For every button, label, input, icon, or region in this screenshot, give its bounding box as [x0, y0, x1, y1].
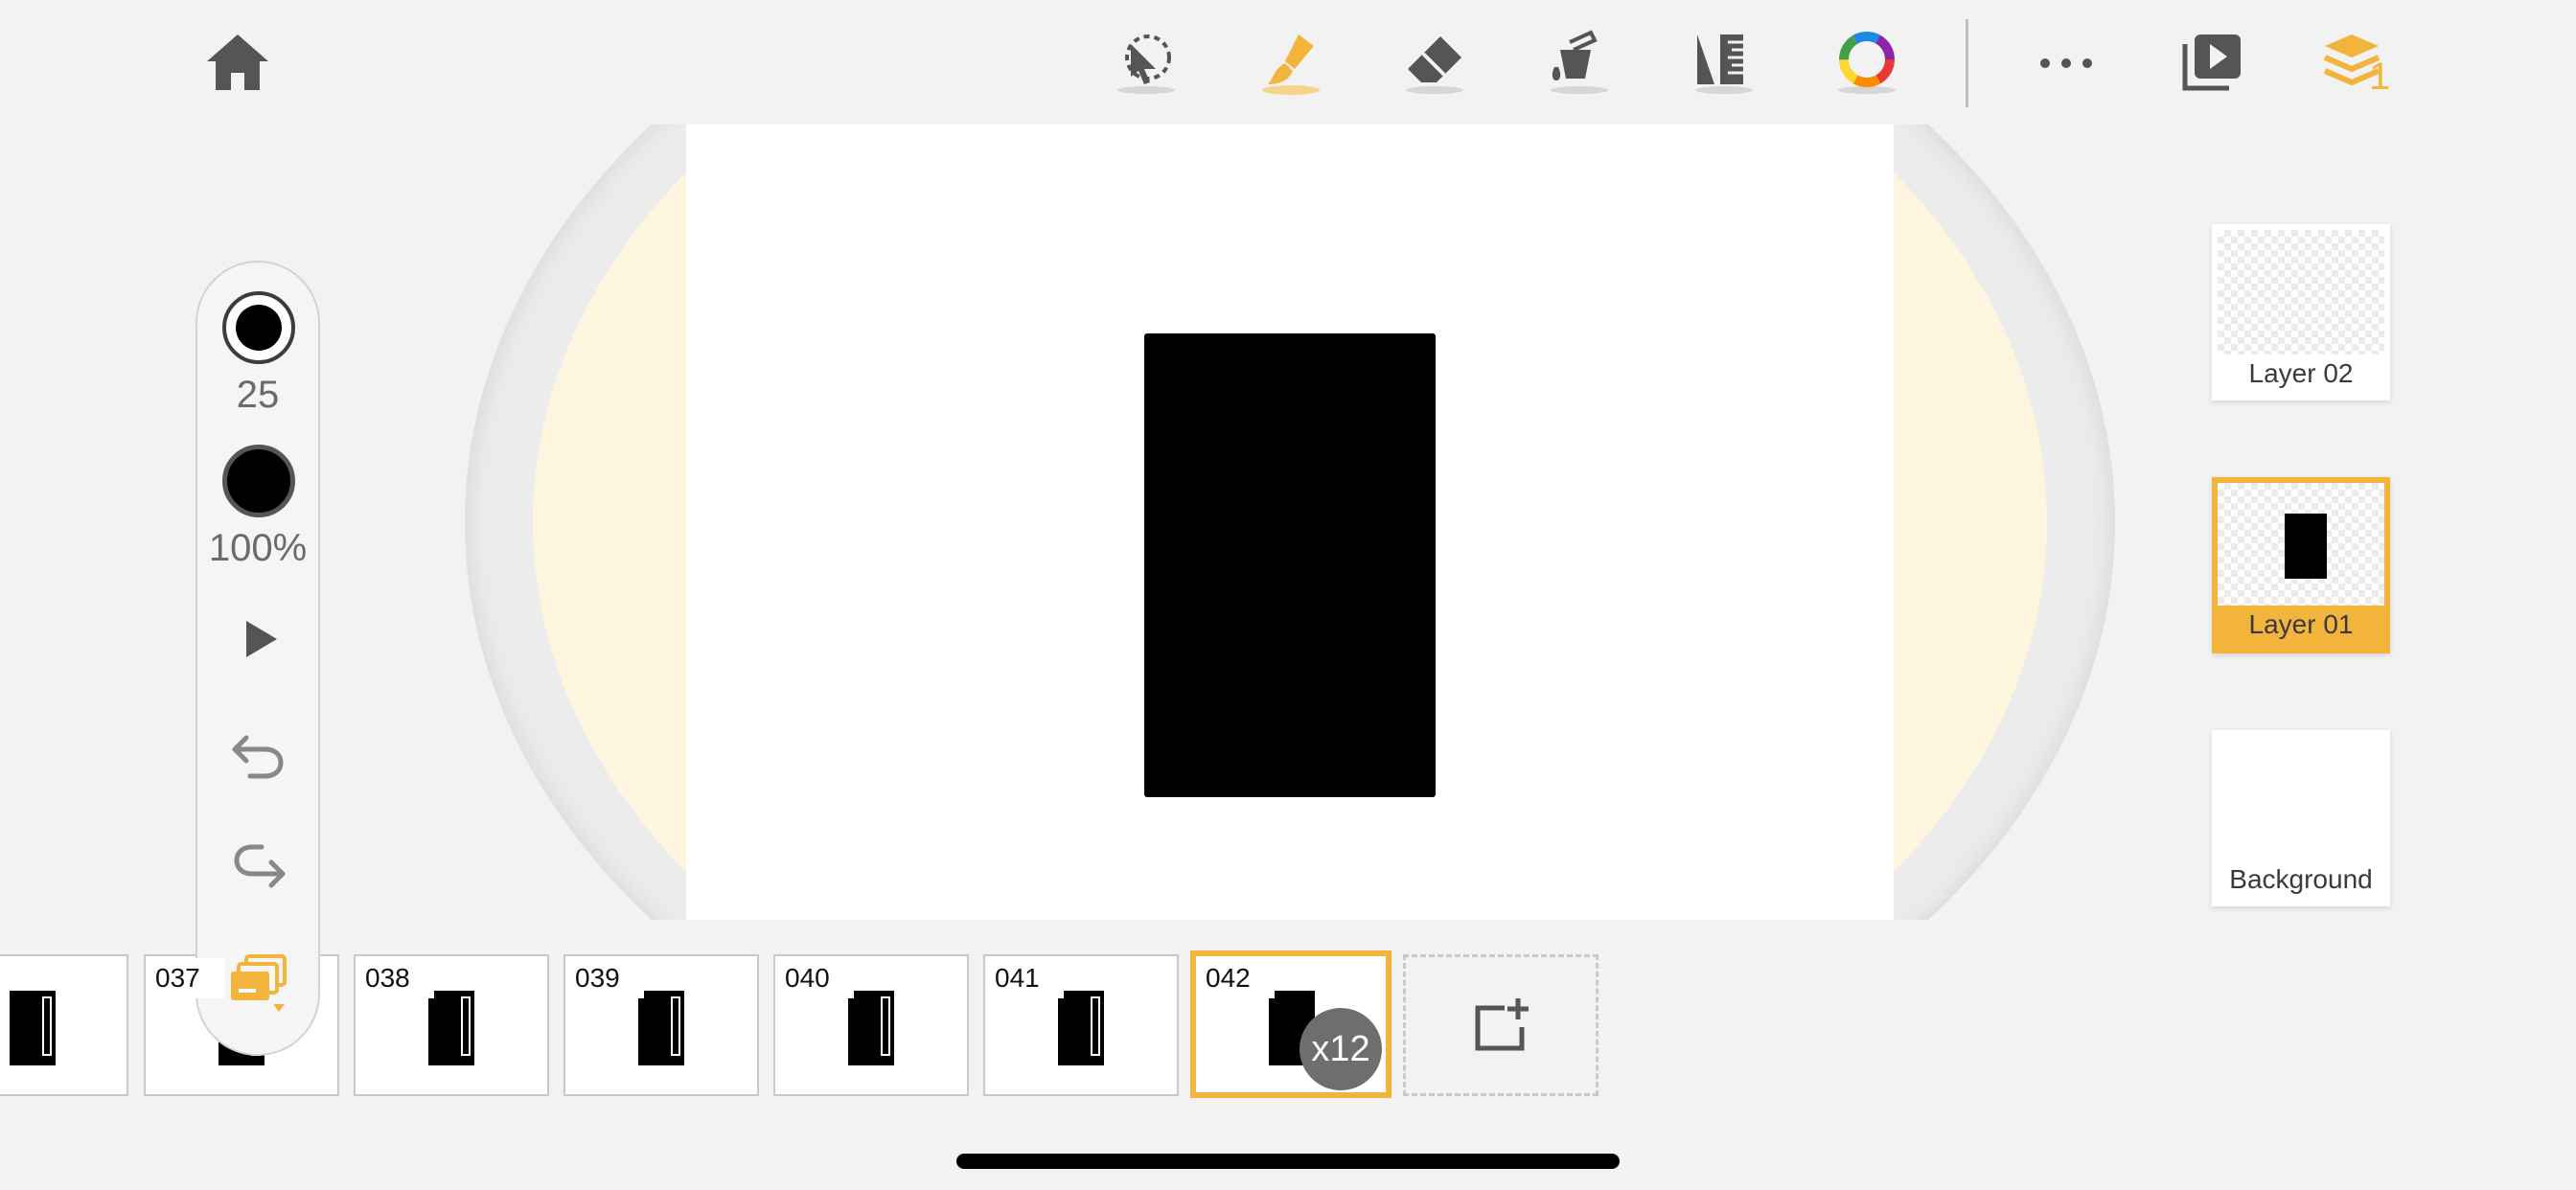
ruler-icon	[1695, 34, 1753, 94]
brush-icon	[1262, 34, 1320, 95]
frame-number: 041	[987, 958, 1064, 998]
frame-042[interactable]: 042 x12	[1190, 950, 1392, 1098]
frame-040[interactable]: 040	[773, 954, 969, 1096]
brush-button[interactable]	[1251, 23, 1331, 103]
brush-opacity-value: 100%	[208, 527, 308, 569]
drawing-canvas[interactable]	[686, 125, 1894, 920]
lasso-select-icon	[1117, 34, 1175, 94]
frame-number: 040	[777, 958, 854, 998]
brush-settings-panel: 25 100%	[196, 261, 320, 1056]
redo-icon	[234, 844, 286, 888]
redo-button[interactable]	[225, 835, 292, 903]
playback-icon	[2182, 34, 2241, 91]
more-icon	[2040, 58, 2092, 68]
home-button[interactable]	[197, 23, 278, 103]
frame-041[interactable]: 041	[983, 954, 1179, 1096]
frame-number: 039	[567, 958, 644, 998]
layer-card-background[interactable]: Background	[2212, 730, 2390, 906]
home-icon	[207, 34, 268, 90]
frame-timeline: 037 038 039 040 041 042 x12	[0, 920, 2576, 1190]
eraser-icon	[1406, 36, 1463, 94]
frame-thumbnail	[1058, 991, 1104, 1065]
play-button[interactable]	[225, 606, 292, 673]
layer-label: Background	[2229, 864, 2373, 894]
frames-stack-icon	[231, 954, 287, 1012]
brush-opacity-control[interactable]	[222, 445, 295, 517]
brush-size-control[interactable]	[222, 291, 295, 364]
color-button[interactable]	[1827, 23, 1907, 103]
color-wheel-icon	[1838, 32, 1896, 94]
frame-manager-button[interactable]	[225, 950, 292, 1018]
undo-button[interactable]	[225, 721, 292, 788]
undo-icon	[232, 735, 284, 779]
layer-thumbnail	[2218, 483, 2384, 606]
home-indicator	[956, 1154, 1620, 1169]
fill-button[interactable]	[1539, 23, 1620, 103]
layer-label: Layer 02	[2248, 358, 2354, 388]
brush-size-value: 25	[236, 374, 280, 416]
frame-038[interactable]: 038	[354, 954, 549, 1096]
layer-count-badge: 1	[2369, 56, 2391, 98]
frame-thumbnail	[848, 991, 894, 1065]
layer-thumbnail	[2218, 736, 2384, 860]
eraser-button[interactable]	[1394, 23, 1475, 103]
layer-thumbnail-shape	[2285, 514, 2327, 579]
frame-036[interactable]	[0, 954, 128, 1096]
playback-button[interactable]	[2172, 23, 2252, 103]
more-button[interactable]	[2026, 23, 2106, 103]
layer-label: Layer 01	[2248, 609, 2354, 639]
lasso-select-button[interactable]	[1106, 23, 1186, 103]
add-frame-button[interactable]	[1403, 954, 1598, 1096]
top-toolbar: 1	[0, 0, 2576, 125]
add-frame-icon	[1475, 998, 1529, 1051]
frame-thumbnail	[428, 991, 474, 1065]
layer-card-layer-02[interactable]: Layer 02	[2212, 224, 2390, 400]
frame-number: 037	[148, 958, 224, 998]
drawn-rectangle	[1144, 333, 1436, 797]
canvas-stage	[0, 125, 2576, 920]
fill-bucket-icon	[1551, 30, 1608, 94]
frame-number: 038	[357, 958, 434, 998]
frame-hold-badge: x12	[1300, 1008, 1382, 1090]
ruler-button[interactable]	[1684, 23, 1764, 103]
toolbar-divider	[1966, 19, 1968, 107]
play-icon	[246, 621, 277, 657]
frame-thumbnail	[638, 991, 684, 1065]
layer-thumbnail	[2218, 230, 2384, 355]
frame-number: 042	[1198, 958, 1275, 998]
layer-card-layer-01[interactable]: Layer 01	[2212, 477, 2390, 653]
frame-039[interactable]: 039	[564, 954, 759, 1096]
frame-thumbnail	[10, 991, 56, 1065]
